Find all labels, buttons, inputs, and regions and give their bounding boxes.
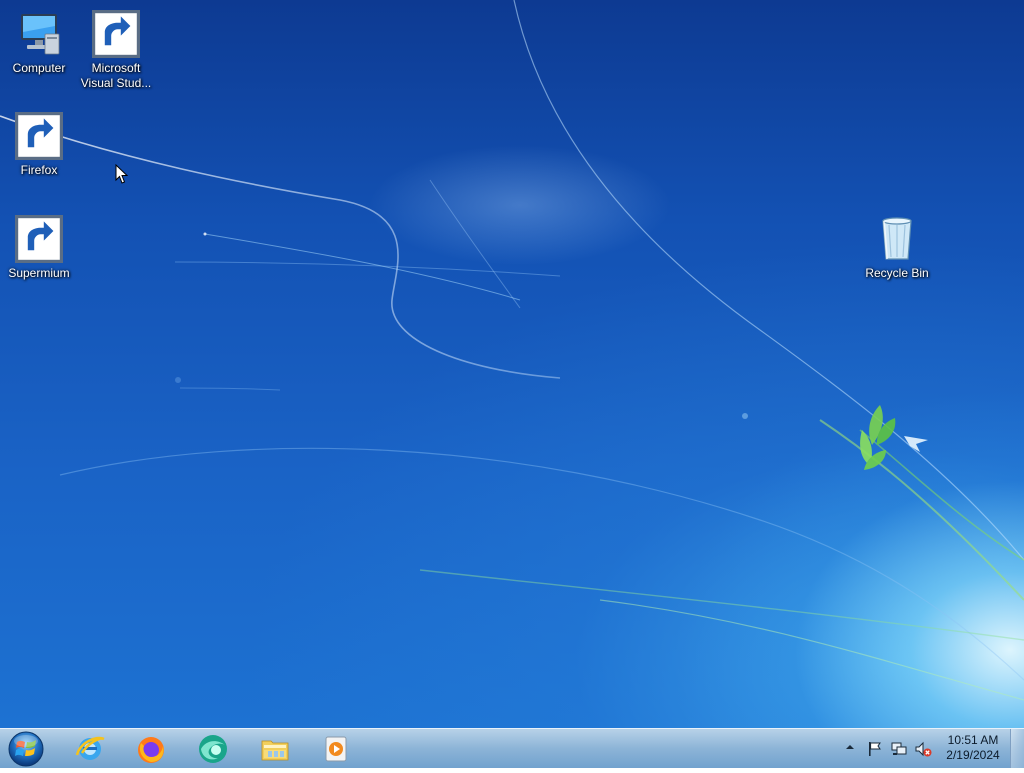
desktop-icon-computer[interactable]: Computer: [1, 10, 77, 76]
desktop-icon-label: Computer: [12, 61, 66, 75]
media-player-icon: [325, 736, 347, 762]
taskbar-internet-explorer[interactable]: [62, 731, 118, 767]
taskbar-file-explorer[interactable]: [247, 731, 303, 767]
shortcut-arrow-icon: [15, 112, 63, 160]
action-center-flag-icon[interactable]: [866, 740, 884, 758]
windows-start-orb-icon: [8, 731, 44, 767]
volume-muted-icon[interactable]: [914, 740, 932, 758]
taskbar-supermium[interactable]: [185, 731, 241, 767]
visual-studio-icon: [92, 10, 140, 58]
show-hidden-icons-chevron[interactable]: [844, 741, 856, 753]
taskbar: 10:51 AM 2/19/2024: [0, 728, 1024, 768]
shortcut-arrow-icon: [92, 10, 140, 58]
mouse-cursor-icon: [115, 164, 129, 184]
wallpaper-artwork: [0, 0, 1024, 701]
shortcut-arrow-icon: [15, 215, 63, 263]
recycle-bin-icon: [873, 215, 921, 263]
desktop-icon-supermium[interactable]: Supermium: [1, 215, 77, 281]
firefox-icon: [15, 112, 63, 160]
desktop[interactable]: Computer Microsoft Visual Stud... Firefo…: [0, 0, 1024, 728]
desktop-icon-visual-studio[interactable]: Microsoft Visual Stud...: [78, 10, 154, 91]
supermium-icon: [199, 735, 227, 763]
desktop-icon-firefox[interactable]: Firefox: [1, 112, 77, 178]
clock-time: 10:51 AM: [947, 733, 999, 747]
taskbar-media-player[interactable]: [308, 731, 364, 767]
file-explorer-icon: [261, 740, 289, 761]
supermium-icon: [15, 215, 63, 263]
desktop-icon-recycle-bin[interactable]: Recycle Bin: [859, 215, 935, 281]
network-icon[interactable]: [890, 740, 908, 758]
desktop-icon-label: Recycle Bin: [865, 266, 929, 280]
desktop-icon-label: Firefox: [20, 163, 58, 177]
taskbar-firefox[interactable]: [123, 731, 179, 767]
show-desktop-button[interactable]: [1010, 729, 1024, 768]
desktop-icon-label: Supermium: [8, 266, 70, 280]
start-button[interactable]: [7, 730, 45, 768]
system-clock[interactable]: 10:51 AM 2/19/2024: [938, 733, 1008, 763]
computer-icon: [15, 10, 63, 58]
internet-explorer-icon: [75, 736, 105, 760]
firefox-icon: [138, 737, 164, 763]
clock-date: 2/19/2024: [946, 748, 1000, 762]
desktop-icon-label: Microsoft Visual Stud...: [80, 61, 152, 90]
